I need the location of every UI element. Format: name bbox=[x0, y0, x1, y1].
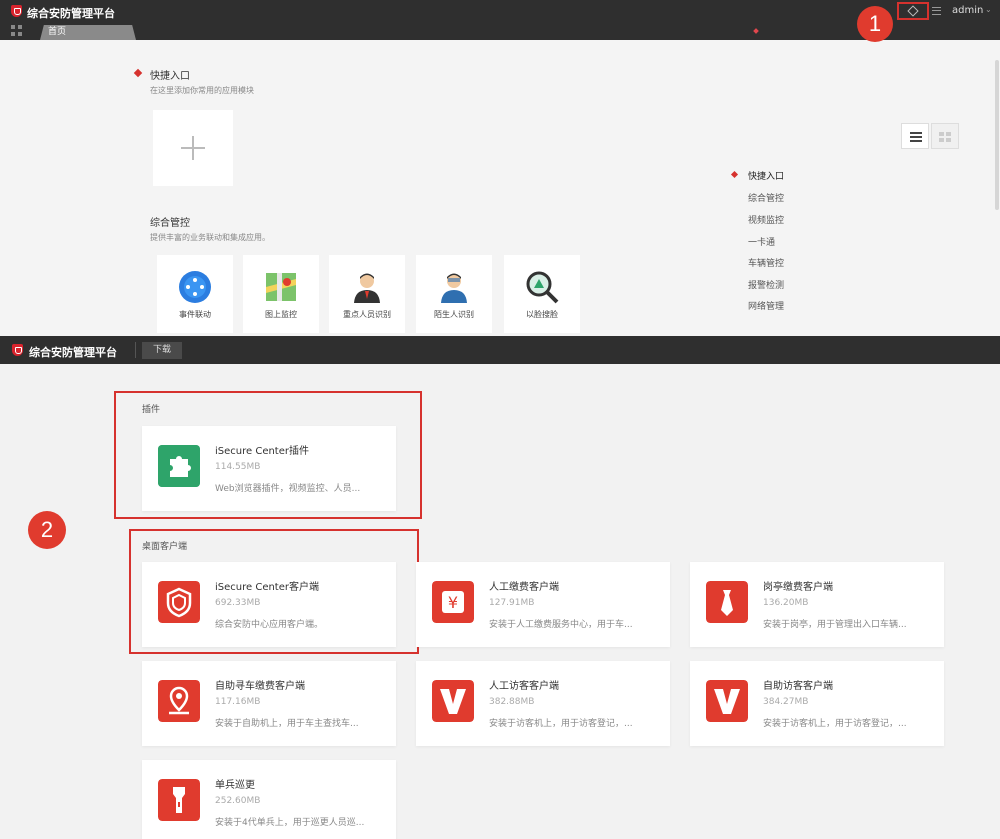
app-size: 117.16MB bbox=[215, 697, 261, 707]
person-icon bbox=[354, 273, 380, 303]
app-size: 136.20MB bbox=[763, 598, 809, 608]
module-key-person[interactable]: 重点人员识别 bbox=[329, 255, 405, 333]
app-size: 114.55MB bbox=[215, 462, 261, 472]
shield-icon bbox=[158, 581, 200, 623]
download-card-isecure-client[interactable]: iSecure Center客户端 692.33MB 综合安防中心应用客户端。 bbox=[142, 562, 396, 647]
module-label: 以脸搜脸 bbox=[526, 310, 558, 319]
download-card-manual-visitor[interactable]: 人工访客客户端 382.88MB 安装于访客机上，用于访客登记，... bbox=[416, 661, 670, 746]
app-name: iSecure Center客户端 bbox=[215, 582, 319, 593]
app-description: 安装于人工缴费服务中心，用于车... bbox=[489, 620, 633, 630]
tie-icon bbox=[706, 581, 748, 623]
step-callout-2: 2 bbox=[28, 511, 66, 549]
fullscreen-button[interactable] bbox=[897, 2, 929, 20]
menu-icon[interactable] bbox=[932, 7, 941, 15]
app-description: Web浏览器插件，视频监控、人员... bbox=[215, 484, 361, 494]
app-name: iSecure Center插件 bbox=[215, 446, 309, 457]
step-callout-1: 1 bbox=[857, 6, 893, 42]
user-menu[interactable]: admin bbox=[952, 5, 983, 16]
module-map-monitor[interactable]: 图上监控 bbox=[243, 255, 319, 333]
download-card-plugin[interactable]: iSecure Center插件 114.55MB Web浏览器插件，视频监控、… bbox=[142, 426, 396, 511]
app-size: 127.91MB bbox=[489, 598, 535, 608]
nav-item-vehicle[interactable]: 车辆管控 bbox=[748, 256, 784, 269]
cube-icon bbox=[907, 5, 919, 17]
logo-shield-icon bbox=[11, 5, 22, 17]
platform-home-window: 综合安防管理平台 admin ⌄ 首页 1 快捷入口 在这里添加你常用的应用模块… bbox=[0, 0, 1000, 336]
globe-icon bbox=[179, 271, 211, 303]
tab-home[interactable]: 首页 bbox=[40, 25, 136, 40]
stranger-icon bbox=[441, 273, 467, 303]
app-description: 安装于访客机上，用于访客登记，... bbox=[763, 719, 907, 729]
nav-item-alarm[interactable]: 报警检测 bbox=[748, 278, 784, 291]
visitor-v-icon bbox=[706, 680, 748, 722]
tab-download[interactable]: 下载 bbox=[142, 342, 182, 359]
download-card-self-visitor[interactable]: 自助访客客户端 384.27MB 安装于访客机上，用于访客登记，... bbox=[690, 661, 944, 746]
app-name: 人工缴费客户端 bbox=[489, 582, 559, 593]
download-card-patrol[interactable]: 单兵巡更 252.60MB 安装于4代单兵上，用于巡更人员巡... bbox=[142, 760, 396, 839]
add-module-button[interactable] bbox=[153, 110, 233, 186]
app-size: 382.88MB bbox=[489, 697, 535, 707]
map-icon bbox=[266, 273, 296, 301]
app-grid-icon[interactable] bbox=[11, 25, 22, 36]
module-label: 图上监控 bbox=[265, 310, 297, 319]
download-window: 综合安防管理平台 下载 2 插件 iSecure Center插件 114.55… bbox=[0, 336, 1000, 839]
app-name: 单兵巡更 bbox=[215, 780, 255, 791]
app-size: 384.27MB bbox=[763, 697, 809, 707]
chevron-down-icon[interactable]: ⌄ bbox=[985, 5, 992, 14]
app-size: 252.60MB bbox=[215, 796, 261, 806]
list-view-button[interactable] bbox=[901, 123, 929, 149]
quick-entry-subtitle: 在这里添加你常用的应用模块 bbox=[150, 86, 254, 95]
grid-view-button[interactable] bbox=[931, 123, 959, 149]
module-face-search[interactable]: 以脸搜脸 bbox=[504, 255, 580, 333]
nav-item-quick-entry[interactable]: 快捷入口 bbox=[748, 169, 784, 182]
visitor-v-icon bbox=[432, 680, 474, 722]
location-icon bbox=[158, 680, 200, 722]
nav-item-network[interactable]: 网络管理 bbox=[748, 299, 784, 312]
integrated-control-subtitle: 提供丰富的业务联动和集成应用。 bbox=[150, 233, 270, 242]
puzzle-icon bbox=[158, 445, 200, 487]
flashlight-icon bbox=[158, 779, 200, 821]
integrated-control-title: 综合管控 bbox=[150, 218, 190, 229]
download-header-bar: 综合安防管理平台 下载 bbox=[0, 336, 1000, 364]
app-description: 安装于访客机上，用于访客登记，... bbox=[489, 719, 633, 729]
app-description: 安装于4代单兵上，用于巡更人员巡... bbox=[215, 818, 365, 828]
app-title: 综合安防管理平台 bbox=[27, 7, 115, 20]
app-name: 人工访客客户端 bbox=[489, 681, 559, 692]
quick-entry-title: 快捷入口 bbox=[150, 71, 190, 82]
tab-bar: 首页 bbox=[0, 22, 1000, 40]
yen-icon: ¥ bbox=[432, 581, 474, 623]
app-description: 安装于岗亭，用于管理出入口车辆... bbox=[763, 620, 907, 630]
scrollbar[interactable] bbox=[995, 60, 999, 210]
magnifier-icon bbox=[526, 271, 559, 304]
app-description: 安装于自助机上，用于车主查找车... bbox=[215, 719, 359, 729]
download-card-manual-pay[interactable]: ¥ 人工缴费客户端 127.91MB 安装于人工缴费服务中心，用于车... bbox=[416, 562, 670, 647]
module-event-linkage[interactable]: 事件联动 bbox=[157, 255, 233, 333]
client-group-title: 桌面客户端 bbox=[142, 542, 188, 552]
app-name: 岗亭缴费客户端 bbox=[763, 582, 833, 593]
download-card-self-parking[interactable]: 自助寻车缴费客户端 117.16MB 安装于自助机上，用于车主查找车... bbox=[142, 661, 396, 746]
svg-text:¥: ¥ bbox=[448, 593, 458, 612]
module-label: 重点人员识别 bbox=[343, 310, 391, 319]
nav-item-integrated[interactable]: 综合管控 bbox=[748, 191, 784, 204]
plugin-group-title: 插件 bbox=[142, 405, 161, 415]
active-marker-icon bbox=[730, 170, 739, 179]
download-card-booth-pay[interactable]: 岗亭缴费客户端 136.20MB 安装于岗亭，用于管理出入口车辆... bbox=[690, 562, 944, 647]
nav-item-video[interactable]: 视频监控 bbox=[748, 213, 784, 226]
app-title: 综合安防管理平台 bbox=[29, 346, 117, 359]
app-description: 综合安防中心应用客户端。 bbox=[215, 620, 324, 630]
logo-shield-icon bbox=[12, 344, 23, 356]
section-marker-icon bbox=[133, 68, 143, 78]
module-label: 事件联动 bbox=[179, 310, 211, 319]
app-name: 自助访客客户端 bbox=[763, 681, 833, 692]
module-stranger[interactable]: 陌生人识别 bbox=[416, 255, 492, 333]
module-label: 陌生人识别 bbox=[434, 310, 474, 319]
top-header-bar: 综合安防管理平台 admin ⌄ bbox=[0, 0, 1000, 22]
nav-item-card[interactable]: 一卡通 bbox=[748, 235, 775, 248]
app-size: 692.33MB bbox=[215, 598, 261, 608]
app-name: 自助寻车缴费客户端 bbox=[215, 681, 305, 692]
